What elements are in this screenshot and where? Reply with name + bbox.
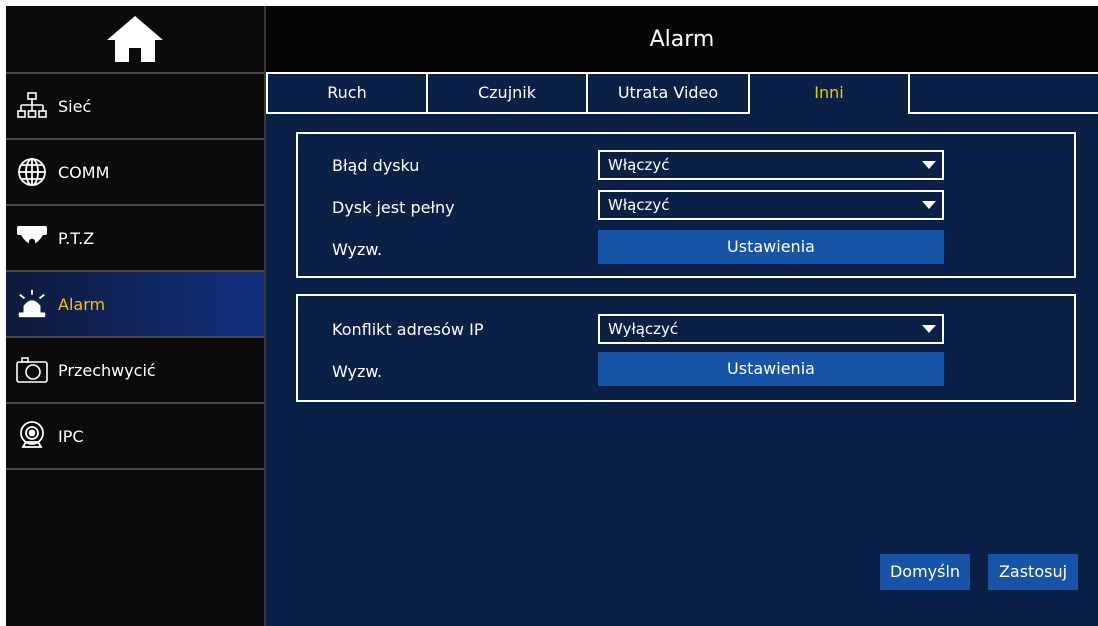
- alarm-siren-icon: [16, 288, 48, 320]
- sidebar-item-label: IPC: [58, 426, 84, 446]
- tab-underline: [266, 112, 750, 114]
- home-button[interactable]: [6, 6, 264, 74]
- camera-icon: [16, 354, 48, 386]
- sidebar-item-label: Przechwycić: [58, 360, 156, 380]
- ip-conflict-label: Konflikt adresów IP: [332, 320, 484, 339]
- tab-bar: Ruch Czujnik Utrata Video Inni: [266, 72, 1098, 116]
- network-icon: [16, 90, 48, 122]
- disk-error-select[interactable]: Włączyć: [598, 150, 944, 180]
- apply-button[interactable]: Zastosuj: [988, 554, 1078, 590]
- sidebar-item-ptz[interactable]: P.T.Z: [6, 206, 264, 272]
- tab-motion[interactable]: Ruch: [266, 72, 428, 112]
- sidebar: Sieć COMM P.T.Z Alarm Przechwycić IPC: [6, 6, 266, 626]
- dropdown-arrow-icon: [922, 325, 936, 333]
- globe-icon: [16, 156, 48, 188]
- sidebar-item-capture[interactable]: Przechwycić: [6, 338, 264, 404]
- disk-full-label: Dysk jest pełny: [332, 198, 455, 217]
- tab-video-loss[interactable]: Utrata Video: [586, 72, 750, 112]
- sidebar-item-label: Alarm: [58, 294, 106, 314]
- tab-underline-right: [908, 112, 1098, 114]
- sidebar-item-alarm[interactable]: Alarm: [6, 272, 264, 338]
- tab-other[interactable]: Inni: [748, 72, 910, 112]
- ip-trigger-settings-button[interactable]: Ustawienia: [598, 352, 944, 386]
- disk-trigger-settings-button[interactable]: Ustawienia: [598, 230, 944, 264]
- page-title: Alarm: [266, 6, 1098, 72]
- main-panel: Alarm Ruch Czujnik Utrata Video Inni Błą…: [266, 6, 1098, 626]
- trigger-label: Wyzw.: [332, 240, 383, 259]
- sidebar-item-comm[interactable]: COMM: [6, 140, 264, 206]
- dropdown-arrow-icon: [922, 201, 936, 209]
- disk-error-value: Włączyć: [608, 156, 670, 174]
- sidebar-item-label: P.T.Z: [58, 228, 95, 248]
- disk-full-select[interactable]: Włączyć: [598, 190, 944, 220]
- webcam-icon: [16, 420, 48, 452]
- sidebar-item-ipc[interactable]: IPC: [6, 404, 264, 470]
- sidebar-item-network[interactable]: Sieć: [6, 74, 264, 140]
- trigger-label: Wyzw.: [332, 362, 383, 381]
- dvr-settings-window: Sieć COMM P.T.Z Alarm Przechwycić IPC Al…: [6, 6, 1098, 626]
- disk-alarm-group: Błąd dysku Włączyć Dysk jest pełny Włącz…: [296, 132, 1076, 278]
- disk-error-label: Błąd dysku: [332, 156, 420, 175]
- default-button[interactable]: Domyśln: [880, 554, 970, 590]
- home-icon: [107, 16, 163, 62]
- dome-camera-icon: [16, 222, 48, 254]
- disk-full-value: Włączyć: [608, 196, 670, 214]
- tab-sensor[interactable]: Czujnik: [426, 72, 588, 112]
- tab-topline: [908, 72, 1098, 74]
- sidebar-item-label: Sieć: [58, 96, 92, 116]
- ip-conflict-value: Wyłączyć: [608, 320, 679, 338]
- sidebar-item-label: COMM: [58, 162, 110, 182]
- ip-conflict-group: Konflikt adresów IP Wyłączyć Wyzw. Ustaw…: [296, 294, 1076, 402]
- dropdown-arrow-icon: [922, 161, 936, 169]
- ip-conflict-select[interactable]: Wyłączyć: [598, 314, 944, 344]
